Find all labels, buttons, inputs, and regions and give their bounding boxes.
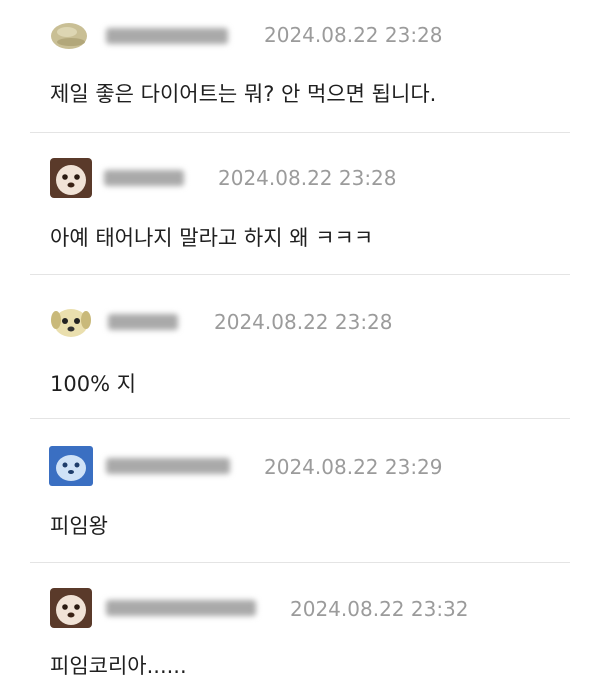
comment-timestamp: 2024.08.22 23:32 xyxy=(290,597,469,621)
comment-divider xyxy=(30,132,570,133)
comment-text: 피임코리아...... xyxy=(50,654,187,678)
blue-dog-avatar-icon[interactable] xyxy=(47,444,95,488)
dog-face-avatar-icon[interactable] xyxy=(47,586,95,630)
nickname-blurred[interactable] xyxy=(106,28,228,44)
comment-divider xyxy=(30,562,570,563)
comment-text: 제일 좋은 다이어트는 뭐? 안 먹으면 됩니다. xyxy=(50,82,437,106)
comment-timestamp: 2024.08.22 23:28 xyxy=(264,23,443,47)
comment-item: 2024.08.22 23:29 피임왕 xyxy=(0,420,600,560)
comment-divider xyxy=(30,418,570,419)
comment-timestamp: 2024.08.22 23:29 xyxy=(264,455,443,479)
comment-timestamp: 2024.08.22 23:28 xyxy=(218,166,397,190)
puppy-avatar-icon[interactable] xyxy=(47,300,95,344)
nickname-blurred[interactable] xyxy=(104,170,184,186)
nickname-blurred[interactable] xyxy=(106,458,230,474)
comment-item: 2024.08.22 23:32 피임코리아...... xyxy=(0,564,600,684)
comment-item: 2024.08.22 23:28 100% 지 xyxy=(0,276,600,416)
comment-item: 2024.08.22 23:28 아예 태어나지 말라고 하지 왜 ㅋㅋㅋ xyxy=(0,134,600,274)
comment-timestamp: 2024.08.22 23:28 xyxy=(214,310,393,334)
comment-divider xyxy=(30,274,570,275)
comment-item: 2024.08.22 23:28 제일 좋은 다이어트는 뭐? 안 먹으면 됩니… xyxy=(0,0,600,130)
nickname-blurred[interactable] xyxy=(106,600,256,616)
blob-avatar-icon[interactable] xyxy=(47,14,95,58)
comment-text: 아예 태어나지 말라고 하지 왜 ㅋㅋㅋ xyxy=(50,226,374,250)
nickname-blurred[interactable] xyxy=(108,314,178,330)
dog-face-avatar-icon[interactable] xyxy=(47,156,95,200)
comment-text: 100% 지 xyxy=(50,372,137,396)
comment-text: 피임왕 xyxy=(50,514,108,538)
